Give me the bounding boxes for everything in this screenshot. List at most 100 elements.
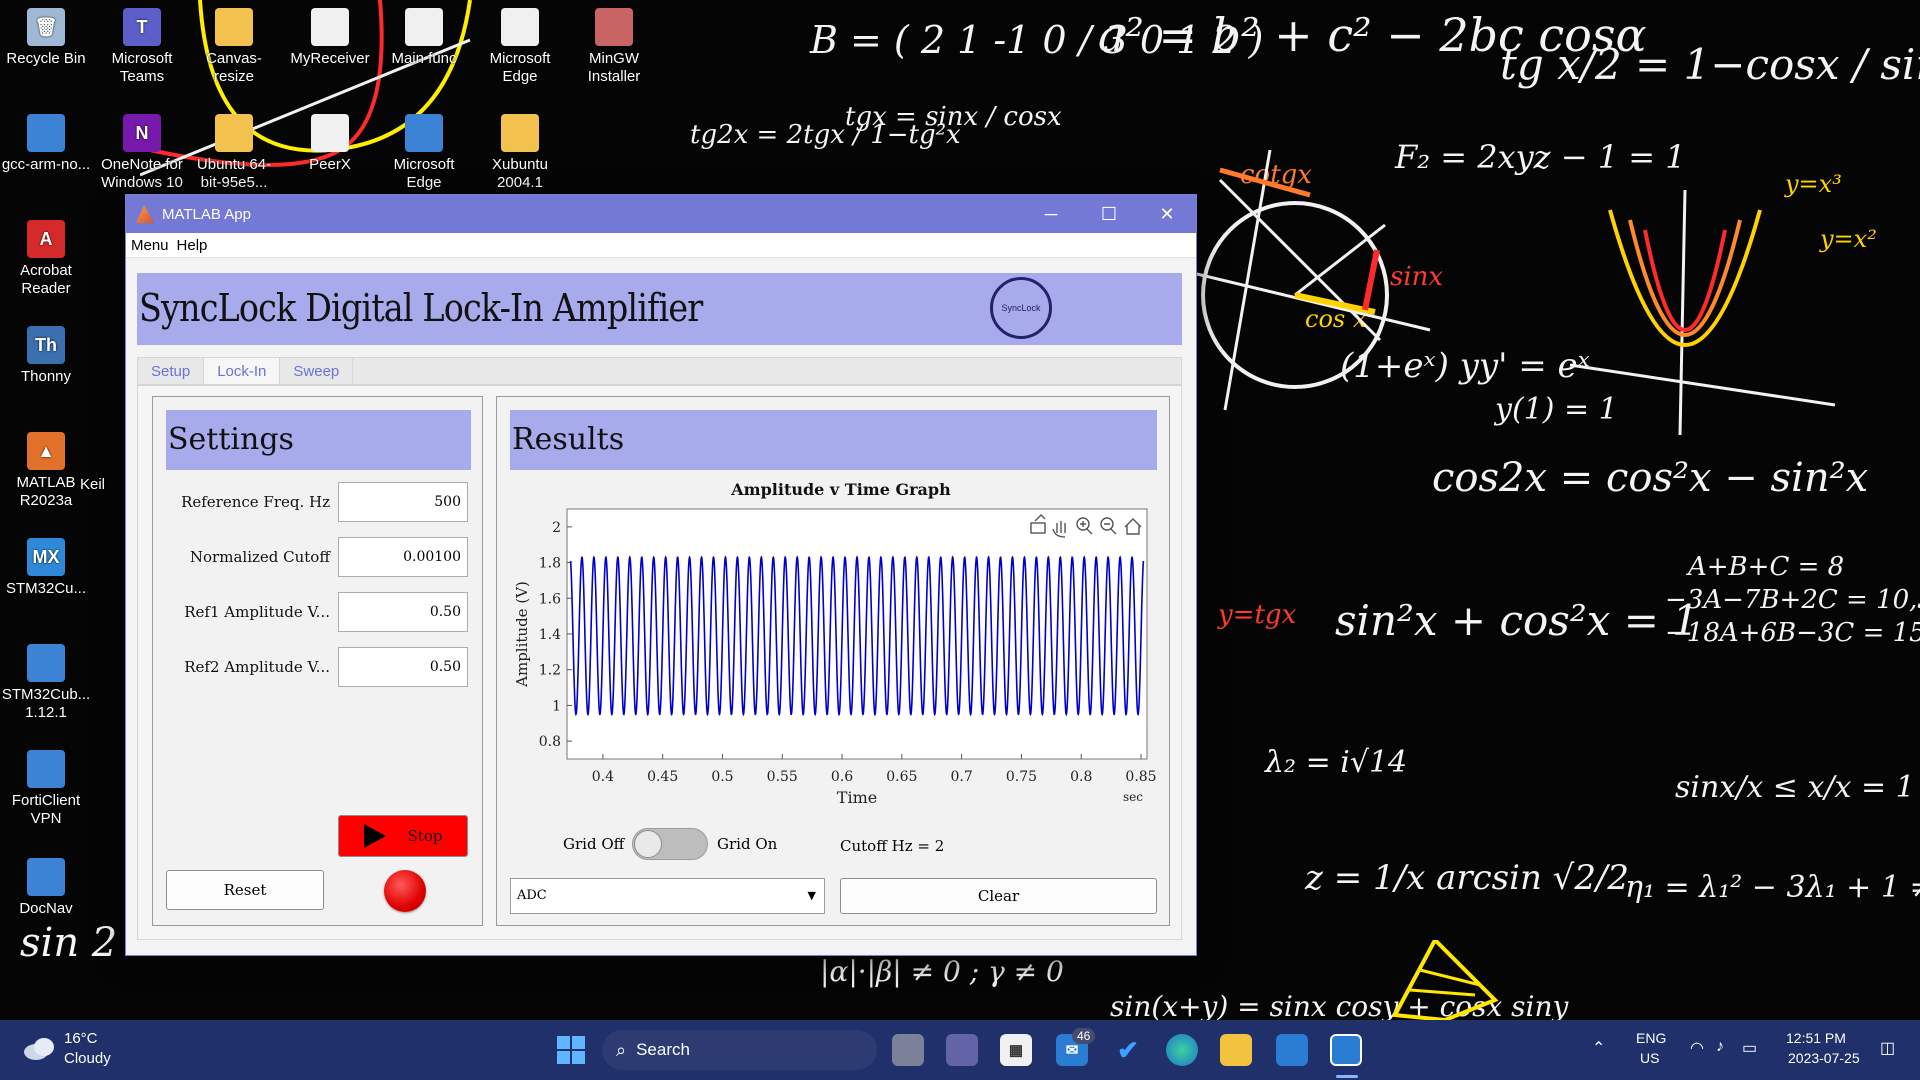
ref2-amplitude-field[interactable]: 0.50 (338, 647, 468, 687)
store-icon[interactable]: ▦ (1000, 1034, 1032, 1066)
desktop-app-icon (27, 858, 65, 896)
clock-date[interactable]: 2023-07-25 (1788, 1050, 1860, 1066)
edge-icon[interactable] (1166, 1034, 1198, 1066)
synclock-logo: SyncLock (990, 277, 1052, 339)
desktop-app-icon (27, 750, 65, 788)
desktop-icon[interactable]: PeerX (284, 114, 376, 174)
desktop-icon[interactable]: ▲ MATLAB R2023a (0, 432, 92, 510)
stop-button[interactable]: Stop (338, 815, 468, 857)
desktop-icon[interactable]: DocNav (0, 858, 92, 918)
weather-temp[interactable]: 16°C (64, 1030, 98, 1047)
toggle-knob[interactable] (634, 830, 662, 858)
todo-icon[interactable]: ✔ (1112, 1034, 1144, 1066)
chalk-math: z = 1/x arcsin √2/2 (1305, 858, 1630, 898)
desktop-icon-label: Recycle Bin (6, 50, 86, 67)
chart-title: Amplitude v Time Graph (730, 480, 951, 499)
chalk-math: sin 2 (20, 920, 118, 966)
chalk-drawing (1391, 940, 1499, 1020)
desktop-icon[interactable]: STM32Cub... 1.12.1 (0, 644, 92, 722)
x-tick-label: 0.55 (767, 769, 798, 785)
minimize-button[interactable]: ─ (1022, 195, 1080, 233)
desktop-icon[interactable]: Microsoft Edge (474, 8, 566, 86)
maximize-button[interactable]: ☐ (1080, 195, 1138, 233)
menu-item-help[interactable]: Help (177, 237, 208, 254)
taskbar: 16°C Cloudy ⌕ Search ▦ ✉ 46 ✔ ⌃ ENG US ◠… (0, 1020, 1920, 1080)
desktop-app-icon (215, 8, 253, 46)
x-tick-label: 0.85 (1125, 769, 1156, 785)
results-heading: Results (510, 410, 1157, 470)
tab-setup[interactable]: Setup (138, 358, 205, 384)
desktop-icon-label: MinGW Installer (587, 50, 641, 85)
grid-toggle-switch[interactable] (632, 828, 708, 860)
tab-sweep[interactable]: Sweep (280, 358, 354, 384)
title-bar[interactable]: MATLAB App ─ ☐ ✕ (126, 195, 1196, 233)
reference-freq-field[interactable]: 500 (338, 482, 468, 522)
x-axis-label: Time (837, 788, 877, 807)
active-app-indicator (1336, 1075, 1358, 1078)
desktop-icon[interactable]: T Microsoft Teams (96, 8, 188, 86)
cutoff-readout: Cutoff Hz = 2 (840, 837, 945, 855)
language-bottom[interactable]: US (1640, 1050, 1659, 1066)
chevron-down-icon: ▼ (807, 889, 816, 902)
desktop-app-icon (215, 114, 253, 152)
desktop-icon[interactable]: N OneNote for Windows 10 (96, 114, 188, 192)
start-icon[interactable] (555, 1034, 587, 1066)
mail-badge: 46 (1072, 1028, 1096, 1044)
remote-desktop-icon[interactable] (1276, 1034, 1308, 1066)
desktop-icon-label: MyReceiver (290, 50, 370, 67)
desktop-icon[interactable]: FortiClient VPN (0, 750, 92, 828)
desktop-app-icon: N (123, 114, 161, 152)
taskbar-search[interactable]: ⌕ Search (602, 1030, 877, 1070)
matlab-app-taskbar-icon[interactable] (1330, 1034, 1362, 1066)
reset-button[interactable]: Reset (166, 870, 324, 910)
x-tick-label: 0.45 (647, 769, 678, 785)
amplitude-time-chart: Amplitude v Time Graph 0.4 0.45 0.5 0.55 0.6… (513, 480, 1157, 807)
desktop-icon[interactable]: 🗑 Recycle Bin (0, 8, 92, 68)
desktop-icon[interactable]: Main func (378, 8, 470, 68)
weather-desc[interactable]: Cloudy (64, 1050, 111, 1067)
normalized-cutoff-field[interactable]: 0.00100 (338, 537, 468, 577)
desktop-icon[interactable]: Th Thonny (0, 326, 92, 386)
ref1-amplitude-field[interactable]: 0.50 (338, 592, 468, 632)
cloud-icon[interactable] (22, 1034, 58, 1062)
task-view-icon[interactable] (892, 1034, 924, 1066)
language-top[interactable]: ENG (1636, 1030, 1666, 1046)
results-panel: Results Amplitude v Time Graph 0.4 0.45 0.… (496, 396, 1170, 926)
desktop-icon[interactable]: gcc-arm-no... (0, 114, 92, 174)
chalk-math: −18A+6B−3C = 15 (1665, 618, 1920, 648)
desktop-icon-label: Microsoft Edge (393, 156, 455, 191)
lock-in-tab-body: Settings Reference Freq. Hz 500 Normaliz… (137, 385, 1182, 940)
notifications-icon[interactable]: ◫ (1880, 1038, 1895, 1058)
desktop-icon[interactable]: Canvas-resize (188, 8, 280, 86)
desktop-app-icon (311, 114, 349, 152)
chevron-up-icon[interactable]: ⌃ (1592, 1038, 1605, 1058)
x-axis-unit: sec (1123, 790, 1143, 804)
normalized-cutoff-label: Normalized Cutoff (189, 548, 330, 566)
stop-button-label: Stop (407, 827, 443, 845)
x-tick-label: 0.4 (592, 769, 614, 785)
menu-item-menu[interactable]: Menu (131, 237, 169, 254)
desktop-icon[interactable]: A Acrobat Reader (0, 220, 92, 298)
desktop-icon[interactable]: Microsoft Edge (378, 114, 470, 192)
close-button[interactable]: ✕ (1138, 195, 1196, 233)
search-placeholder: Search (636, 1040, 690, 1059)
desktop-icon[interactable]: MinGW Installer (568, 8, 660, 86)
desktop-icon[interactable]: MX STM32Cu... (0, 538, 92, 598)
volume-icon[interactable]: ♪ (1716, 1038, 1724, 1056)
clear-button[interactable]: Clear (840, 878, 1157, 914)
desktop-icon[interactable]: MyReceiver (284, 8, 376, 68)
clock-time[interactable]: 12:51 PM (1786, 1030, 1846, 1046)
source-dropdown[interactable]: ADC ▼ (510, 878, 825, 914)
wifi-icon[interactable]: ◠ (1690, 1038, 1704, 1058)
ref2-amplitude-label: Ref2 Amplitude V... (184, 658, 330, 676)
matlab-icon (136, 205, 154, 223)
reference-freq-label: Reference Freq. Hz (181, 493, 330, 511)
plot-area[interactable] (566, 508, 1148, 760)
chat-icon[interactable] (946, 1034, 978, 1066)
file-explorer-icon[interactable] (1220, 1034, 1252, 1066)
tab-lock-in[interactable]: Lock-In (204, 358, 281, 384)
matlab-app-window: MATLAB App ─ ☐ ✕ Menu Help SyncLock Digi… (125, 194, 1197, 956)
battery-icon[interactable]: ▭ (1742, 1038, 1757, 1058)
desktop-icon[interactable]: Ubuntu 64-bit-95e5... (188, 114, 280, 192)
x-tick-label: 0.6 (831, 769, 853, 785)
